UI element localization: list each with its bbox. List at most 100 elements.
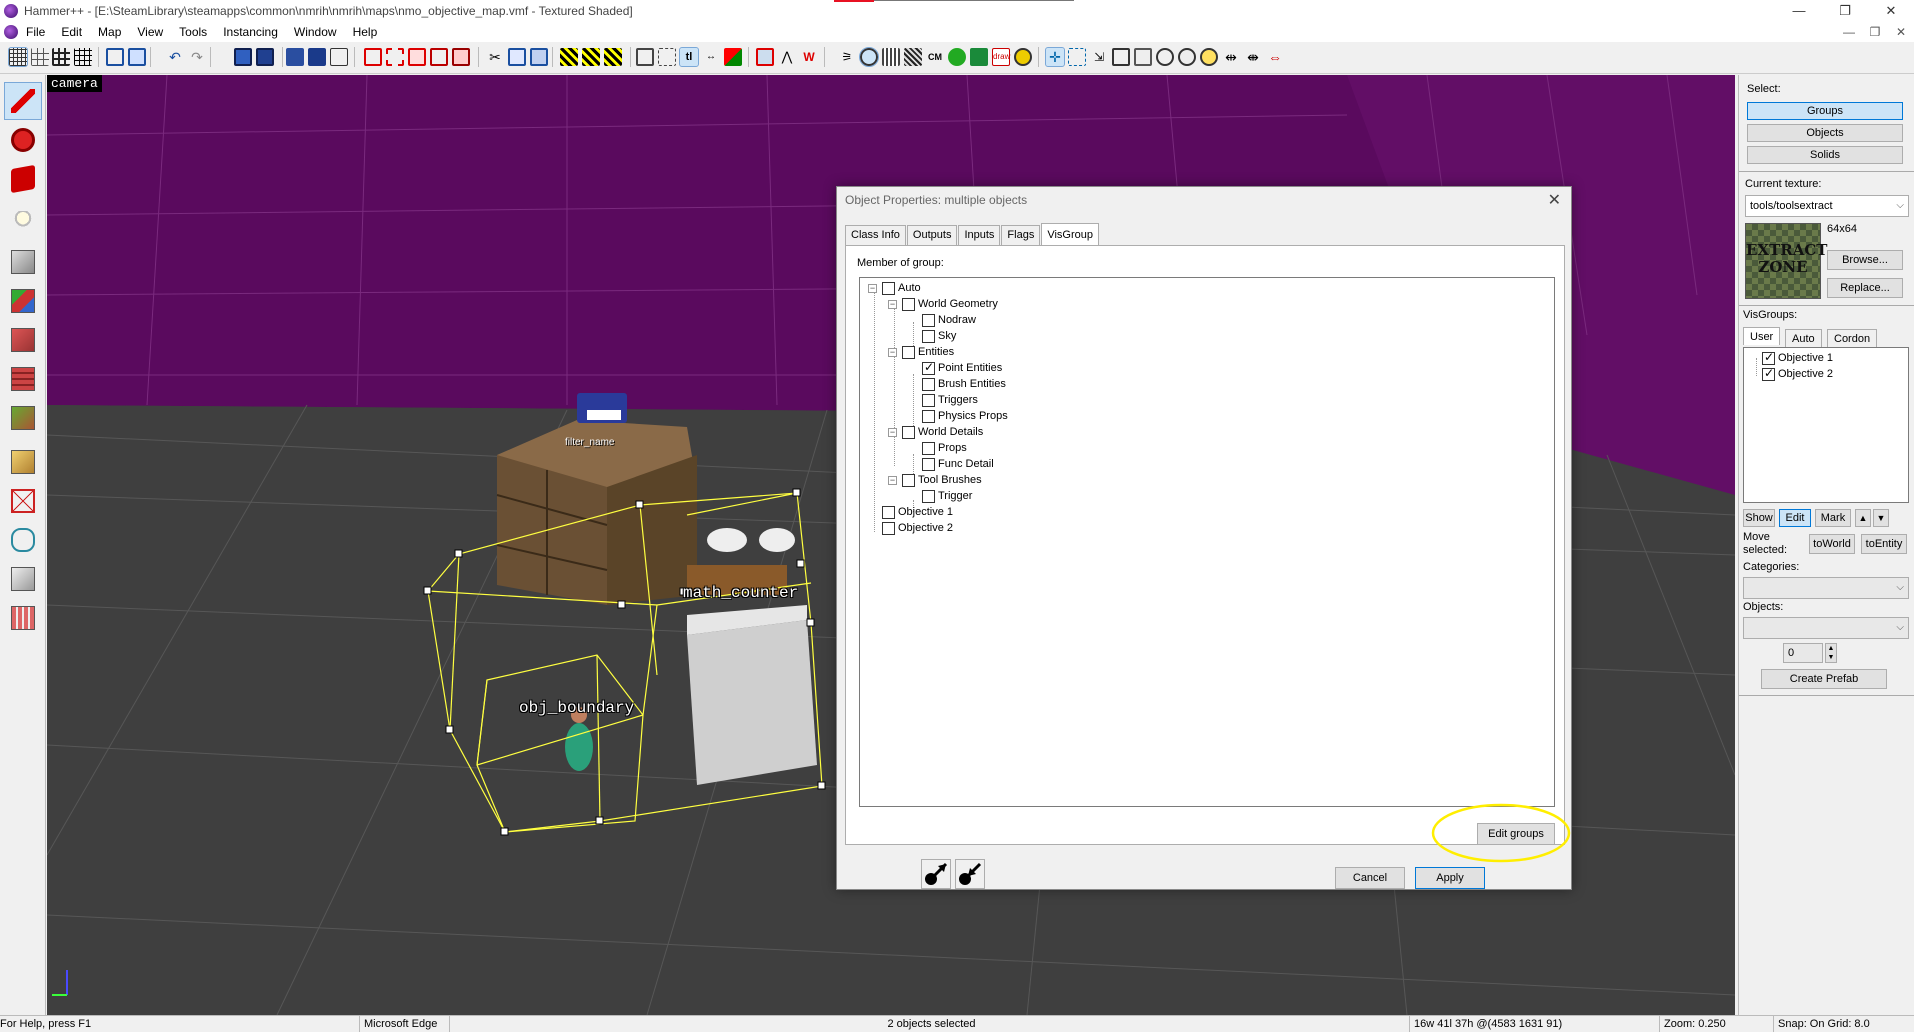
- scale-icon[interactable]: ⇼: [1244, 48, 1262, 66]
- block-tool[interactable]: [5, 244, 41, 280]
- move-icon[interactable]: ✛: [1045, 47, 1065, 67]
- checkbox-checked[interactable]: [1762, 350, 1775, 365]
- axis-icon[interactable]: ⇹: [1222, 48, 1240, 66]
- to-entity-icon[interactable]: [364, 48, 382, 66]
- pick-entity-button[interactable]: [921, 859, 951, 889]
- checkbox[interactable]: [882, 521, 895, 535]
- move-down-button[interactable]: ▼: [1873, 509, 1889, 527]
- box-select-icon[interactable]: [1068, 48, 1086, 66]
- checkbox[interactable]: [882, 281, 895, 295]
- toggle-trigger-icon[interactable]: [604, 48, 622, 66]
- apply-button[interactable]: Apply: [1415, 867, 1485, 889]
- apply-current-texture-tool[interactable]: [5, 322, 41, 358]
- paste-icon[interactable]: [530, 48, 548, 66]
- replace-button[interactable]: Replace...: [1827, 278, 1903, 298]
- edit-groups-button[interactable]: Edit groups: [1477, 823, 1555, 845]
- edit-button[interactable]: Edit: [1779, 509, 1811, 527]
- overlay-tool[interactable]: [5, 400, 41, 436]
- tree-node-point-entities[interactable]: Point Entities: [922, 360, 1002, 376]
- checkbox[interactable]: [882, 505, 895, 519]
- texture-lock-icon[interactable]: [106, 48, 124, 66]
- lightbulb-icon[interactable]: [1200, 48, 1218, 66]
- menu-file[interactable]: File: [18, 22, 53, 42]
- dialog-close-button[interactable]: ✕: [1548, 190, 1561, 210]
- categories-combo[interactable]: ⌵: [1743, 577, 1909, 599]
- texture-tool[interactable]: [5, 283, 41, 319]
- select-lasso-icon[interactable]: [658, 48, 676, 66]
- tree-node-trigger[interactable]: Trigger: [922, 488, 972, 504]
- tree-node-physics-props[interactable]: Physics Props: [922, 408, 1008, 424]
- tree-node-objective-1[interactable]: Objective 1: [882, 504, 953, 520]
- checkbox[interactable]: [922, 457, 935, 471]
- close-button[interactable]: ✕: [1868, 0, 1914, 22]
- menu-window[interactable]: Window: [286, 22, 345, 42]
- draw-icon[interactable]: draw: [992, 48, 1010, 66]
- tab-visgroup[interactable]: VisGroup: [1041, 223, 1099, 245]
- clipping-tool[interactable]: [5, 444, 41, 480]
- collapse-icon[interactable]: −: [888, 427, 897, 437]
- tree-node-brush-entities[interactable]: Brush Entities: [922, 376, 1006, 392]
- mdi-restore-button[interactable]: ❐: [1862, 22, 1888, 42]
- carve-icon[interactable]: [234, 48, 252, 66]
- tab-inputs[interactable]: Inputs: [958, 225, 1001, 245]
- maximize-button[interactable]: ❐: [1822, 0, 1868, 22]
- entity-icon[interactable]: [948, 48, 966, 66]
- checkbox[interactable]: [902, 425, 915, 439]
- move-up-button[interactable]: ▲: [1855, 509, 1871, 527]
- grid-3d-icon[interactable]: [31, 48, 49, 66]
- tree-node-world-details[interactable]: − World Details: [888, 424, 983, 440]
- collapse-icon[interactable]: −: [888, 475, 897, 485]
- light-icon[interactable]: [1178, 48, 1196, 66]
- visgroup-tree[interactable]: − Auto − World Geometry Nodraw Sky − Ent…: [859, 277, 1555, 807]
- cordon-tool[interactable]: [5, 561, 41, 597]
- cancel-button[interactable]: Cancel: [1335, 867, 1405, 889]
- tree-node-func-detail[interactable]: Func Detail: [922, 456, 994, 472]
- show-button[interactable]: Show: [1743, 509, 1775, 527]
- redo-icon[interactable]: ↷: [188, 48, 206, 66]
- minimize-button[interactable]: —: [1776, 0, 1822, 22]
- flip-icon[interactable]: ⇲: [1090, 48, 1108, 66]
- cut-icon[interactable]: ✂: [486, 48, 504, 66]
- grid-larger-icon[interactable]: [74, 48, 92, 66]
- menu-view[interactable]: View: [129, 22, 171, 42]
- checkbox[interactable]: [922, 393, 935, 407]
- cordon-icon[interactable]: [756, 48, 774, 66]
- undo-icon[interactable]: ↶: [166, 48, 184, 66]
- tree-node-nodraw[interactable]: Nodraw: [922, 312, 976, 328]
- texture-scale-lock-icon[interactable]: [128, 48, 146, 66]
- selection-tool[interactable]: [4, 82, 42, 120]
- checkbox[interactable]: [922, 489, 935, 503]
- camera-tool[interactable]: [5, 161, 41, 197]
- menu-edit[interactable]: Edit: [53, 22, 90, 42]
- wireframe-icon[interactable]: [904, 48, 922, 66]
- ungroup-icon[interactable]: [286, 48, 304, 66]
- to-world-icon[interactable]: [386, 48, 404, 66]
- texture-lock-tl-icon[interactable]: tl: [679, 47, 699, 67]
- menu-help[interactable]: Help: [345, 22, 386, 42]
- decal-tool[interactable]: [5, 361, 41, 397]
- browse-button[interactable]: Browse...: [1827, 250, 1903, 270]
- rotate-icon[interactable]: [724, 48, 742, 66]
- align-icon[interactable]: [1112, 48, 1130, 66]
- goto-entity-button[interactable]: [955, 859, 985, 889]
- tree-node-tool-brushes[interactable]: − Tool Brushes: [888, 472, 982, 488]
- magnify-tool[interactable]: [5, 122, 41, 158]
- texture-combo[interactable]: tools/toolsextract ⌵: [1745, 195, 1909, 217]
- tree-node-world-geometry[interactable]: − World Geometry: [888, 296, 998, 312]
- group-icon[interactable]: [256, 48, 274, 66]
- copy-icon[interactable]: [508, 48, 526, 66]
- collapse-icon[interactable]: −: [888, 347, 897, 357]
- entity-tool[interactable]: [5, 205, 41, 241]
- tab-class-info[interactable]: Class Info: [845, 225, 906, 245]
- center-icon[interactable]: [1156, 48, 1174, 66]
- snap-icon[interactable]: [1134, 48, 1152, 66]
- displacement-tool[interactable]: [5, 600, 41, 636]
- select-objects-button[interactable]: Objects: [1747, 124, 1903, 142]
- collapse-icon[interactable]: −: [888, 299, 897, 309]
- tree-node-sky[interactable]: Sky: [922, 328, 956, 344]
- checkbox[interactable]: [922, 441, 935, 455]
- mdi-close-button[interactable]: ✕: [1888, 22, 1914, 42]
- grid-toggle-icon[interactable]: [8, 47, 28, 67]
- collapse-icon[interactable]: −: [868, 283, 877, 293]
- vertex-icon[interactable]: ⋀: [778, 48, 796, 66]
